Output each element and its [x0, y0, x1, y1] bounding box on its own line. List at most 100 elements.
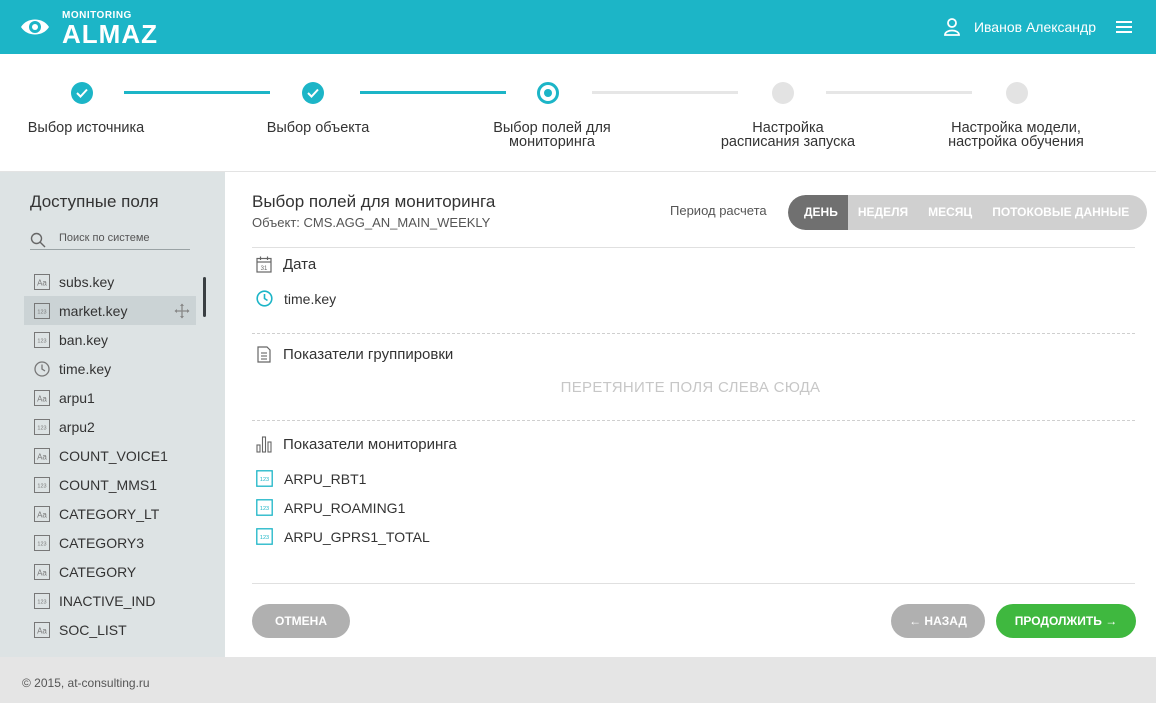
list-item[interactable]: 123 market.key — [24, 296, 196, 325]
list-item[interactable]: Aa CATEGORY — [24, 557, 196, 586]
period-day-button[interactable]: ДЕНЬ — [788, 195, 848, 230]
number-type-icon: 123 — [34, 302, 50, 319]
svg-text:Aa: Aa — [37, 394, 47, 403]
field-label: CATEGORY3 — [59, 534, 145, 551]
step-1-label[interactable]: Выбор источника — [0, 121, 172, 136]
step-5-pending-dot[interactable] — [1006, 82, 1028, 104]
user-menu[interactable]: Иванов Александр — [944, 17, 1096, 37]
svg-text:123: 123 — [37, 483, 46, 489]
svg-text:123: 123 — [37, 599, 46, 605]
search-placeholder: Поиск по системе — [59, 232, 150, 244]
text-type-icon: Aa — [34, 447, 50, 464]
svg-text:Aa: Aa — [37, 510, 47, 519]
search-input[interactable]: Поиск по системе — [30, 230, 190, 250]
grouping-section-header: Показатели группировки — [256, 346, 453, 363]
list-item[interactable]: Aa CATEGORY_LT — [24, 499, 196, 528]
list-item[interactable]: 123 COUNT_MMS1 — [24, 470, 196, 499]
field-label: arpu2 — [59, 418, 95, 435]
field-label: ARPU_RBT1 — [284, 470, 367, 487]
field-label: CATEGORY_LT — [59, 505, 160, 522]
list-item[interactable]: 123 ban.key — [24, 325, 196, 354]
number-type-icon: 123 — [34, 418, 50, 435]
list-item[interactable]: 123 INACTIVE_IND — [24, 586, 196, 615]
step-2-check-icon[interactable] — [302, 82, 324, 104]
period-week-button[interactable]: НЕДЕЛЯ — [848, 195, 918, 230]
sidebar-scrollbar[interactable] — [203, 277, 206, 317]
drag-handle-icon[interactable] — [174, 303, 190, 319]
number-type-icon: 123 — [34, 592, 50, 609]
list-item[interactable]: Aa arpu1 — [24, 383, 196, 412]
eye-icon — [21, 19, 49, 35]
svg-text:Aa: Aa — [37, 278, 47, 287]
logo-title: ALMAZ — [62, 19, 158, 49]
monitoring-section-header: Показатели мониторинга — [256, 436, 457, 453]
number-type-icon: 123 — [256, 470, 273, 487]
field-label: SOC_LIST — [59, 621, 127, 638]
date-section-title: Дата — [283, 256, 317, 273]
step-1-check-icon[interactable] — [71, 82, 93, 104]
field-label: time.key — [59, 360, 112, 377]
step-connector — [592, 91, 738, 94]
text-type-icon: Aa — [34, 505, 50, 522]
period-month-button[interactable]: МЕСЯЦ — [918, 195, 982, 230]
object-subtitle: Объект: CMS.AGG_AN_MAIN_WEEKLY — [252, 215, 491, 230]
field-label: arpu1 — [59, 389, 95, 406]
page-title: Выбор полей для мониторинга — [252, 192, 496, 211]
bar-chart-icon — [256, 436, 272, 453]
list-item[interactable]: Aa subs.key — [24, 267, 196, 296]
divider — [252, 583, 1135, 584]
text-type-icon: Aa — [34, 389, 50, 406]
monitoring-field-item[interactable]: 123 ARPU_GPRS1_TOTAL — [256, 528, 430, 545]
footer: © 2015, at-consulting.ru — [0, 657, 1156, 703]
dashed-divider — [252, 420, 1135, 421]
hamburger-menu-icon[interactable] — [1116, 21, 1132, 33]
date-field-item[interactable]: time.key — [256, 290, 336, 307]
list-item[interactable]: Aa SOC_LIST — [24, 615, 196, 644]
sidebar-title: Доступные поля — [30, 192, 159, 211]
list-item[interactable]: Aa COUNT_VOICE1 — [24, 441, 196, 470]
user-name: Иванов Александр — [973, 19, 1096, 35]
step-connector — [826, 91, 972, 94]
back-button[interactable]: ← НАЗАД — [891, 604, 985, 638]
step-connector — [124, 91, 270, 94]
logo[interactable]: MONITORING ALMAZ — [20, 8, 160, 48]
field-label: COUNT_VOICE1 — [59, 447, 168, 464]
field-list: Aa subs.key 123 market.key 123 ban.key t… — [24, 267, 196, 644]
field-label: CATEGORY — [59, 563, 137, 580]
text-type-icon: Aa — [34, 273, 50, 290]
step-2-label[interactable]: Выбор объекта — [232, 121, 404, 136]
list-item[interactable]: 123 CATEGORY3 — [24, 528, 196, 557]
cancel-button[interactable]: ОТМЕНА — [252, 604, 350, 638]
monitoring-field-item[interactable]: 123 ARPU_ROAMING1 — [256, 499, 405, 516]
svg-text:123: 123 — [37, 425, 46, 431]
step-4-label[interactable]: Настройка расписания запуска — [702, 121, 874, 150]
step-4-pending-dot[interactable] — [772, 82, 794, 104]
period-selector: ДЕНЬ НЕДЕЛЯ МЕСЯЦ ПОТОКОВЫЕ ДАННЫЕ — [788, 195, 1148, 230]
step-3-active-dot[interactable] — [537, 82, 559, 104]
grouping-drop-zone[interactable]: ПЕРЕТЯНИТЕ ПОЛЯ СЛЕВА СЮДА — [225, 379, 1156, 396]
svg-text:123: 123 — [37, 338, 46, 344]
clock-icon — [256, 290, 273, 307]
app-header: MONITORING ALMAZ Иванов Александр — [0, 0, 1156, 54]
available-fields-sidebar: Доступные поля Поиск по системе Aa subs.… — [0, 172, 225, 657]
grouping-section-title: Показатели группировки — [283, 346, 454, 363]
number-type-icon: 123 — [34, 476, 50, 493]
period-stream-button[interactable]: ПОТОКОВЫЕ ДАННЫЕ — [982, 195, 1147, 230]
continue-button[interactable]: ПРОДОЛЖИТЬ → — [996, 604, 1136, 638]
main-panel: Выбор полей для мониторинга Объект: CMS.… — [225, 172, 1156, 657]
svg-text:123: 123 — [37, 541, 46, 547]
svg-text:123: 123 — [260, 535, 269, 541]
step-5-label[interactable]: Настройка модели, настройка обучения — [930, 121, 1102, 150]
wizard-stepper: Выбор источника Выбор объекта Выбор поле… — [0, 54, 1156, 172]
dashed-divider — [252, 333, 1135, 334]
list-item[interactable]: 123 arpu2 — [24, 412, 196, 441]
field-label: time.key — [284, 290, 337, 307]
search-icon — [30, 232, 46, 248]
svg-text:123: 123 — [260, 506, 269, 512]
monitoring-field-item[interactable]: 123 ARPU_RBT1 — [256, 470, 366, 487]
list-item[interactable]: time.key — [24, 354, 196, 383]
copyright-link[interactable]: © 2015, at-consulting.ru — [22, 676, 150, 690]
step-3-label[interactable]: Выбор полей для мониторинга — [466, 121, 638, 150]
field-label: ban.key — [59, 331, 109, 348]
field-label: COUNT_MMS1 — [59, 476, 158, 493]
